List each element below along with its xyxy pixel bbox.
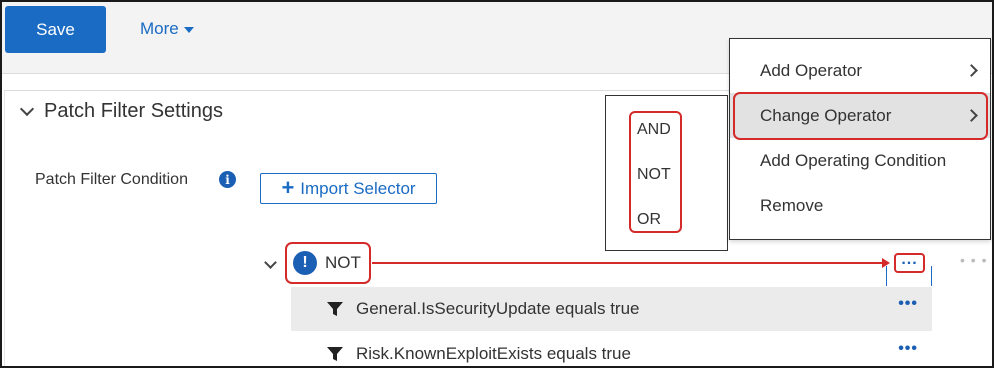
row-actions-button[interactable]: ••• — [898, 340, 918, 358]
menu-item-label: Add Operating Condition — [760, 150, 947, 170]
filter-icon — [326, 345, 344, 363]
annotation-arrow-line — [372, 262, 886, 264]
root-operator-label: NOT — [325, 253, 361, 272]
operator-not[interactable]: NOT — [637, 166, 671, 184]
root-operator-node[interactable]: ! NOT — [285, 242, 371, 284]
save-button[interactable]: Save — [5, 6, 106, 53]
import-selector-label: Import Selector — [300, 178, 416, 198]
condition-label: Patch Filter Condition — [35, 171, 188, 188]
menu-item-label: Add Operator — [760, 60, 863, 80]
context-menu: Add Operator Change Operator Add Operati… — [729, 38, 991, 240]
row-actions-button[interactable]: ••• — [898, 295, 918, 313]
condition-row[interactable]: General.IsSecurityUpdate equals true ••• — [291, 287, 932, 331]
operator-or[interactable]: OR — [637, 211, 661, 229]
plus-icon: + — [281, 174, 295, 200]
filter-icon — [326, 300, 344, 318]
operator-submenu: AND NOT OR — [605, 95, 728, 251]
condition-text: Risk.KnownExploitExists equals true — [356, 344, 631, 363]
tree-guide-line — [886, 266, 887, 286]
menu-item-remove[interactable]: Remove — [730, 183, 990, 228]
menu-item-add-operator[interactable]: Add Operator — [730, 48, 990, 93]
warning-icon: ! — [293, 251, 317, 275]
more-dots-icon: ... — [901, 251, 918, 268]
chevron-down-icon — [19, 101, 35, 116]
section-header-toggle[interactable]: Patch Filter Settings — [18, 100, 223, 123]
more-label: More — [140, 19, 179, 38]
menu-highlight-box — [733, 92, 988, 140]
info-icon[interactable]: i — [219, 171, 236, 188]
caret-down-icon — [183, 26, 194, 33]
menu-item-label: Remove — [760, 195, 824, 215]
condition-row[interactable]: Risk.KnownExploitExists equals true ••• — [291, 332, 932, 368]
import-selector-button[interactable]: + Import Selector — [260, 173, 437, 204]
operator-and[interactable]: AND — [637, 121, 671, 139]
section-title: Patch Filter Settings — [44, 100, 223, 122]
menu-item-add-operating-condition[interactable]: Add Operating Condition — [730, 138, 990, 183]
root-actions-button[interactable]: ... — [894, 251, 925, 273]
tree-guide-line — [931, 266, 932, 286]
faded-dots-icon: • • • — [960, 252, 988, 268]
condition-text: General.IsSecurityUpdate equals true — [356, 299, 640, 318]
more-menu-button[interactable]: More — [140, 19, 194, 39]
chevron-right-icon — [965, 64, 978, 77]
